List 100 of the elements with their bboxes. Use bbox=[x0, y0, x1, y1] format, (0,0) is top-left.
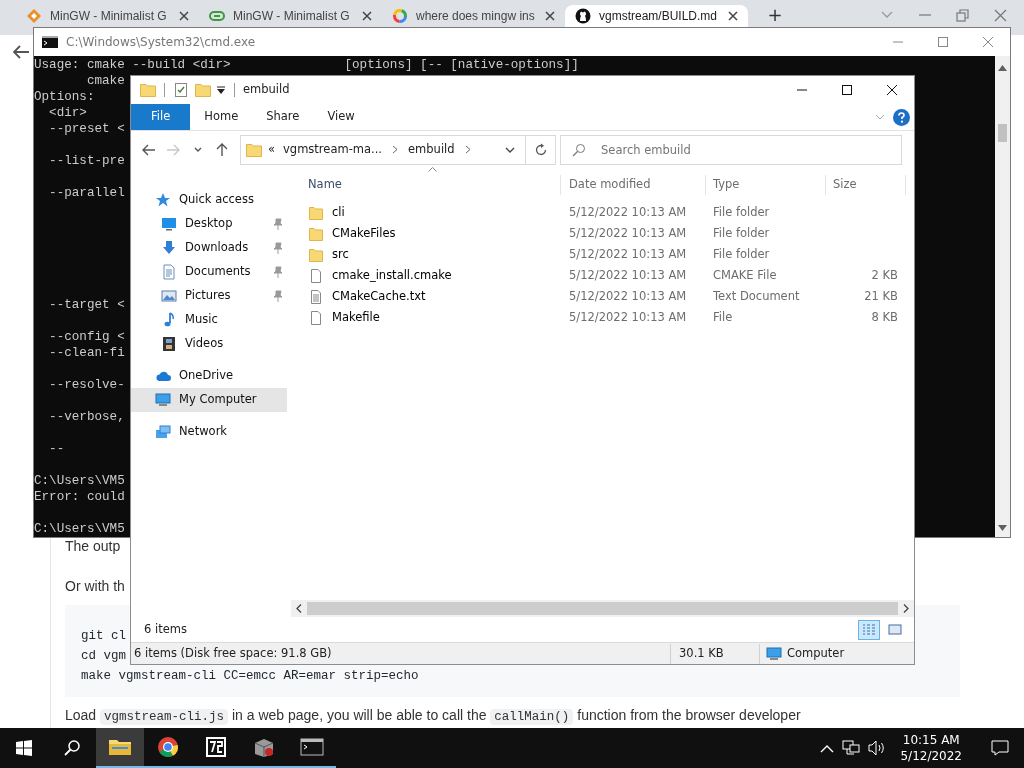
file-row[interactable]: src 5/12/2022 10:13 AM File folder bbox=[301, 244, 906, 265]
clock-time[interactable]: 10:15 AM bbox=[902, 732, 960, 748]
restore-icon[interactable] bbox=[955, 7, 971, 23]
download-icon bbox=[161, 240, 177, 256]
capsule-icon bbox=[209, 8, 225, 24]
nav-item[interactable]: Videos bbox=[131, 332, 287, 356]
dropdown-icon[interactable] bbox=[505, 146, 516, 153]
scroll-thumb[interactable] bbox=[998, 124, 1007, 142]
search-icon bbox=[572, 142, 586, 157]
scrollbar[interactable] bbox=[291, 600, 914, 617]
browser-tab[interactable]: MinGW - Minimalist G bbox=[16, 5, 199, 27]
search-field[interactable]: Search embuild bbox=[560, 134, 902, 165]
console-icon[interactable] bbox=[300, 735, 324, 759]
folder-icon bbox=[308, 246, 324, 263]
star-icon bbox=[155, 192, 171, 208]
dropdown-icon[interactable] bbox=[216, 85, 226, 95]
chevron-up-icon[interactable] bbox=[820, 743, 835, 753]
column-header[interactable]: Date modified bbox=[561, 175, 706, 195]
chevron-icon bbox=[464, 145, 471, 154]
close-icon[interactable] bbox=[179, 11, 189, 21]
refresh-icon[interactable] bbox=[533, 142, 548, 157]
console-text: Error: could bbox=[34, 489, 125, 505]
scroll-thumb[interactable] bbox=[307, 602, 898, 615]
nav-item[interactable]: Documents bbox=[131, 260, 287, 284]
nav-item[interactable]: Downloads bbox=[131, 236, 287, 260]
circle-logo-icon bbox=[575, 8, 591, 24]
scroll-down-icon[interactable] bbox=[998, 525, 1007, 531]
nav-item[interactable]: OneDrive bbox=[131, 364, 287, 388]
ribbon-tab[interactable]: File bbox=[131, 104, 191, 130]
clock-date[interactable]: 5/12/2022 bbox=[900, 748, 962, 764]
file-row[interactable]: cmake_install.cmake 5/12/2022 10:13 AM CMAKE File 2 KB bbox=[301, 265, 906, 286]
close-icon[interactable] bbox=[362, 11, 372, 21]
console-text: C:\Users\VM5 bbox=[34, 473, 125, 489]
nav-item[interactable]: Desktop bbox=[131, 212, 287, 236]
nav-item[interactable]: Network bbox=[131, 420, 287, 444]
back-icon[interactable] bbox=[142, 142, 157, 157]
taskbar-app-button[interactable] bbox=[96, 728, 144, 768]
help-icon[interactable] bbox=[893, 108, 910, 126]
document-icon bbox=[161, 264, 177, 280]
file-row[interactable]: CMakeFiles 5/12/2022 10:13 AM File folder bbox=[301, 223, 906, 244]
column-header[interactable]: Type bbox=[706, 175, 826, 195]
browser-tab[interactable]: vgmstream/BUILD.md bbox=[565, 5, 748, 27]
code-line: git cl bbox=[81, 628, 126, 645]
film-icon bbox=[161, 336, 177, 352]
text-file-icon bbox=[308, 288, 324, 305]
volume-icon[interactable] bbox=[868, 740, 887, 756]
checklist-icon[interactable] bbox=[173, 82, 189, 98]
paragraph-text: Or with th bbox=[65, 577, 125, 595]
scroll-up-icon[interactable] bbox=[998, 65, 1007, 71]
maximize-icon[interactable] bbox=[840, 84, 853, 96]
folder-icon bbox=[308, 204, 324, 221]
nav-item[interactable]: Quick access bbox=[131, 188, 287, 212]
breadcrumb-overflow[interactable]: « bbox=[268, 140, 276, 159]
console-text: --list-pre bbox=[48, 153, 125, 169]
scroll-right-icon[interactable] bbox=[903, 604, 909, 613]
console-text: --config < bbox=[48, 329, 125, 345]
scrollbar[interactable] bbox=[995, 56, 1010, 537]
nav-item[interactable]: Pictures bbox=[131, 284, 287, 308]
network-icon[interactable] bbox=[842, 740, 861, 756]
console-text: [options] [-- [native-options]] bbox=[344, 57, 579, 73]
nav-item[interactable]: My Computer bbox=[131, 388, 287, 412]
console-text: Options: bbox=[34, 89, 95, 105]
ribbon-tab[interactable]: Home bbox=[190, 104, 253, 130]
file-row[interactable]: Makefile 5/12/2022 10:13 AM File 8 KB bbox=[301, 307, 906, 328]
console-text: <dir> bbox=[48, 105, 87, 121]
close-icon[interactable] bbox=[545, 11, 555, 21]
column-header[interactable]: Name bbox=[301, 175, 561, 195]
archive-app-icon[interactable] bbox=[204, 735, 228, 759]
file-row[interactable]: cli 5/12/2022 10:13 AM File folder bbox=[301, 202, 906, 223]
console-text: --preset < bbox=[48, 121, 125, 137]
browser-tab[interactable]: where does mingw ins bbox=[382, 5, 565, 27]
file-row[interactable]: CMakeCache.txt 5/12/2022 10:13 AM Text Document 21 KB bbox=[301, 286, 906, 307]
folder-icon bbox=[308, 225, 324, 242]
search-icon[interactable] bbox=[64, 740, 80, 756]
ribbon-tab[interactable]: View bbox=[313, 104, 369, 130]
browser-tab[interactable]: MinGW - Minimalist G bbox=[199, 5, 382, 27]
up-icon[interactable] bbox=[214, 142, 229, 157]
window-title: embuild bbox=[243, 81, 290, 99]
breadcrumb-item[interactable]: vgmstream-ma... bbox=[283, 140, 383, 159]
scroll-left-icon[interactable] bbox=[296, 604, 302, 613]
back-icon[interactable] bbox=[12, 44, 30, 60]
ring-logo-icon[interactable] bbox=[156, 735, 180, 759]
monitor-icon bbox=[766, 646, 782, 661]
console-icon bbox=[42, 36, 58, 48]
close-icon[interactable] bbox=[885, 84, 898, 96]
column-header[interactable]: Size bbox=[826, 175, 906, 195]
ring-logo-icon bbox=[392, 8, 408, 24]
new-tab-button[interactable]: + bbox=[756, 4, 794, 26]
ribbon-tab[interactable]: Share bbox=[252, 104, 314, 130]
address-bar[interactable]: « vgmstream-ma... embuild bbox=[240, 134, 527, 165]
console-text: --parallel bbox=[48, 185, 125, 201]
close-icon[interactable] bbox=[728, 11, 738, 21]
windows-logo-icon[interactable] bbox=[16, 740, 32, 756]
code-line: make vgmstream-cli CC=emcc AR=emar strip=echo bbox=[81, 668, 419, 685]
nav-item[interactable]: Music bbox=[131, 308, 287, 332]
desktop-icon bbox=[161, 216, 177, 232]
file-icon bbox=[308, 267, 324, 284]
breadcrumb-item[interactable]: embuild bbox=[408, 140, 455, 159]
window-title: C:\Windows\System32\cmd.exe bbox=[66, 34, 256, 51]
notification-icon[interactable] bbox=[991, 740, 1009, 756]
